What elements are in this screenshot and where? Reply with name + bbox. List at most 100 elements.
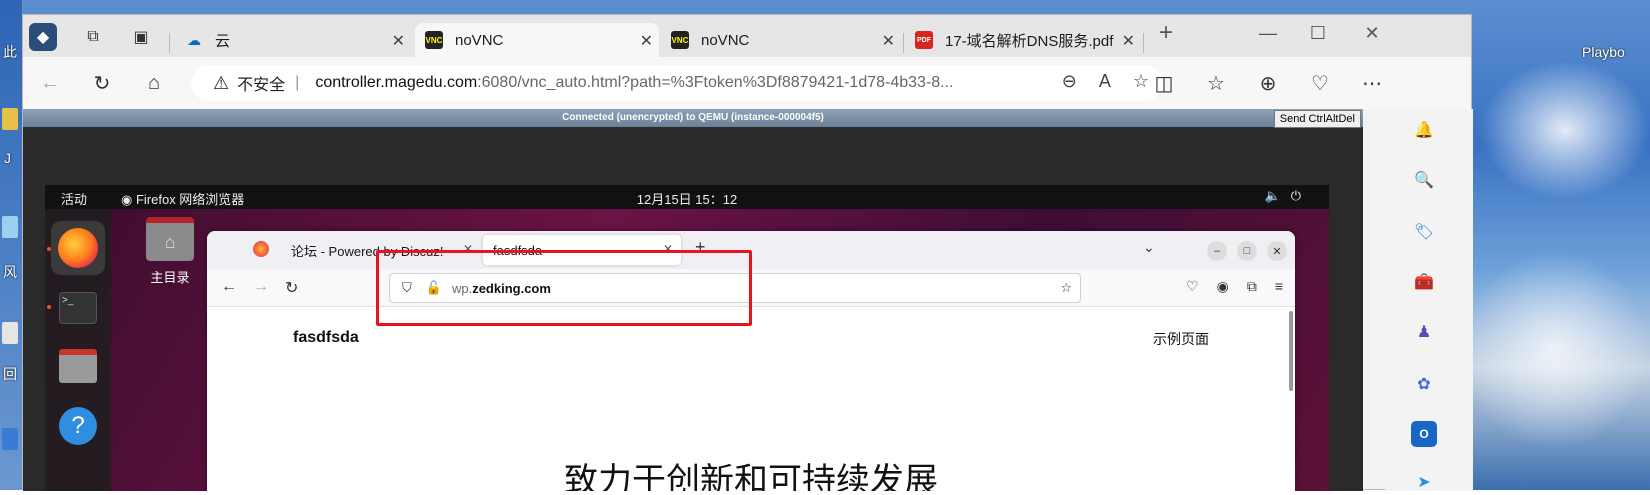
desktop-icon-label[interactable]: J (4, 150, 11, 166)
firefox-icon (58, 228, 98, 268)
menu-icon[interactable]: ≡ (1275, 278, 1283, 295)
extensions-icon[interactable]: ⧉ (1247, 278, 1257, 295)
vnc-icon: VNC (425, 31, 443, 49)
tab-label: 17-域名解析DNS服务.pdf (945, 32, 1114, 50)
bell-icon[interactable]: 🔔 (1411, 117, 1437, 143)
favorite-star-icon[interactable]: ☆ (1133, 71, 1149, 92)
page-scrollbar[interactable] (1289, 311, 1293, 391)
ubuntu-desktop: 活动 ◉ Firefox 网络浏览器 12月15日 15：12 🔈⏻ >_ ? … (45, 185, 1329, 491)
url-path[interactable]: :6080/vnc_auto.html?path=%3Ftoken%3Df887… (477, 74, 953, 92)
more-menu-icon[interactable]: ⋯ (1359, 70, 1385, 96)
browser-tab[interactable]: VNC noVNC ✕ (661, 23, 901, 57)
profile-avatar-icon[interactable]: ◆ (29, 23, 57, 51)
vnc-status-text: Connected (unencrypted) to QEMU (instanc… (562, 112, 824, 123)
close-icon[interactable]: ✕ (1122, 31, 1135, 51)
url-host[interactable]: controller.magedu.com (315, 74, 477, 92)
home-icon[interactable]: ⌂ (141, 70, 167, 96)
desktop-icon-label[interactable]: 回 (3, 364, 17, 384)
vnc-status-bar: Connected (unencrypted) to QEMU (instanc… (23, 109, 1363, 128)
edge-sidebar: 🔔 🔍 🏷 🧰 ♟ ✿ O ➤ (1385, 109, 1473, 491)
terminal-icon: >_ (59, 292, 97, 324)
tab-actions-icon[interactable]: ▣ (127, 23, 155, 51)
pocket-icon[interactable]: ♡ (1186, 278, 1199, 295)
terminal-dock-icon[interactable]: >_ (51, 281, 105, 335)
read-aloud-icon[interactable]: A (1099, 71, 1111, 92)
close-icon[interactable]: ✕ (640, 31, 653, 51)
send-icon[interactable]: ➤ (1411, 469, 1437, 495)
browser-tab[interactable]: ☁ 云 ✕ (175, 23, 411, 57)
browser-tab-active[interactable]: VNC noVNC ✕ (415, 23, 659, 57)
close-window-button[interactable]: ✕ (1267, 241, 1287, 261)
hero-headline: 致力于创新和可持续发展 (564, 462, 938, 491)
browser-tab[interactable]: PDF 17-域名解析DNS服务.pdf ✕ (905, 23, 1141, 57)
close-icon[interactable]: ✕ (882, 31, 895, 51)
desktop-left-strip (0, 0, 22, 490)
collections-icon[interactable]: ⊕ (1255, 70, 1281, 96)
power-icon: ⏻ (1290, 188, 1311, 203)
minimize-button[interactable]: — (1253, 23, 1283, 44)
copilot-icon[interactable]: ✿ (1411, 371, 1437, 397)
running-indicator (47, 305, 51, 309)
refresh-icon[interactable]: ↻ (89, 70, 115, 96)
app-icon[interactable] (2, 428, 18, 450)
close-icon[interactable]: ✕ (392, 31, 405, 51)
ubuntu-dock: >_ ? (45, 209, 111, 491)
running-indicator (47, 247, 51, 251)
refresh-icon[interactable]: ↻ (285, 278, 298, 298)
forward-arrow-icon[interactable]: → (253, 278, 269, 296)
desktop-icon-label[interactable]: Playbo (1582, 44, 1625, 60)
back-arrow-icon[interactable]: ← (221, 278, 237, 296)
favorites-icon[interactable]: ☆ (1203, 70, 1229, 96)
site-title[interactable]: fasdfsda (293, 329, 359, 347)
close-window-button[interactable]: ✕ (1357, 23, 1387, 44)
list-tabs-icon[interactable]: ⌄ (1143, 239, 1155, 256)
split-screen-icon[interactable]: ◫ (1151, 70, 1177, 96)
zoom-out-icon[interactable]: ⊖ (1062, 71, 1077, 92)
system-tray[interactable]: 🔈⏻ (1265, 188, 1311, 204)
workspaces-icon[interactable]: ⧉ (79, 23, 107, 51)
pdf-icon: PDF (915, 31, 933, 49)
send-ctrl-alt-del-button[interactable]: Send CtrlAltDel (1273, 110, 1361, 128)
maximize-button[interactable]: ☐ (1303, 23, 1333, 44)
navigation-bar: ← ↻ ⌂ ⚠ 不安全 | controller.magedu.com :608… (23, 57, 1471, 109)
home-folder-desktop-icon[interactable]: ⌂ 主目录 (143, 217, 197, 286)
firefox-view-icon[interactable] (253, 241, 269, 257)
account-icon[interactable]: ◉ (1217, 278, 1229, 295)
cloud-icon: ☁ (187, 31, 201, 48)
site-menu-link[interactable]: 示例页面 (1153, 329, 1209, 349)
highlight-annotation-box (376, 250, 752, 326)
tools-icon[interactable]: 🧰 (1411, 269, 1437, 295)
back-arrow-icon[interactable]: ← (37, 70, 63, 96)
browser-essentials-icon[interactable]: ♡ (1307, 70, 1333, 96)
bookmark-star-icon[interactable]: ☆ (1060, 280, 1072, 296)
desktop-icon-label[interactable]: 此 (3, 42, 17, 62)
new-tab-button[interactable]: + (1151, 19, 1181, 47)
address-bar[interactable]: ⚠ 不安全 | controller.magedu.com :6080/vnc_… (191, 65, 1163, 101)
tab-label: 云 (215, 32, 231, 50)
games-icon[interactable]: ♟ (1411, 319, 1437, 345)
vnc-icon: VNC (671, 31, 689, 49)
warning-icon[interactable]: ⚠ (213, 73, 229, 94)
clock[interactable]: 12月15日 15：12 (45, 189, 1329, 208)
app-icon[interactable] (2, 216, 18, 238)
folder-icon[interactable] (2, 108, 18, 130)
wallpaper-cloud (1460, 250, 1650, 450)
minimize-button[interactable]: – (1207, 241, 1227, 261)
tab-separator (903, 33, 904, 53)
desktop-icon-label[interactable]: 风 (3, 262, 17, 282)
tab-separator (169, 33, 170, 53)
home-folder-icon: ⌂ (146, 217, 194, 261)
home-folder-label: 主目录 (150, 270, 190, 285)
maximize-button[interactable]: □ (1237, 241, 1257, 261)
outlook-icon[interactable]: O (1411, 421, 1437, 447)
shopping-tag-icon[interactable]: 🏷 (1411, 219, 1437, 245)
wallpaper-cloud (1480, 60, 1650, 200)
files-dock-icon[interactable] (51, 339, 105, 393)
search-icon[interactable]: 🔍 (1411, 167, 1437, 193)
insecure-label[interactable]: 不安全 (237, 71, 285, 95)
firefox-dock-icon[interactable] (51, 221, 105, 275)
files-icon (59, 349, 97, 383)
recycle-bin-icon[interactable] (2, 322, 18, 344)
tab-strip: ◆ ⧉ ▣ ☁ 云 ✕ VNC noVNC ✕ VNC noVNC ✕ PDF … (23, 15, 1471, 57)
help-dock-icon[interactable]: ? (51, 399, 105, 453)
